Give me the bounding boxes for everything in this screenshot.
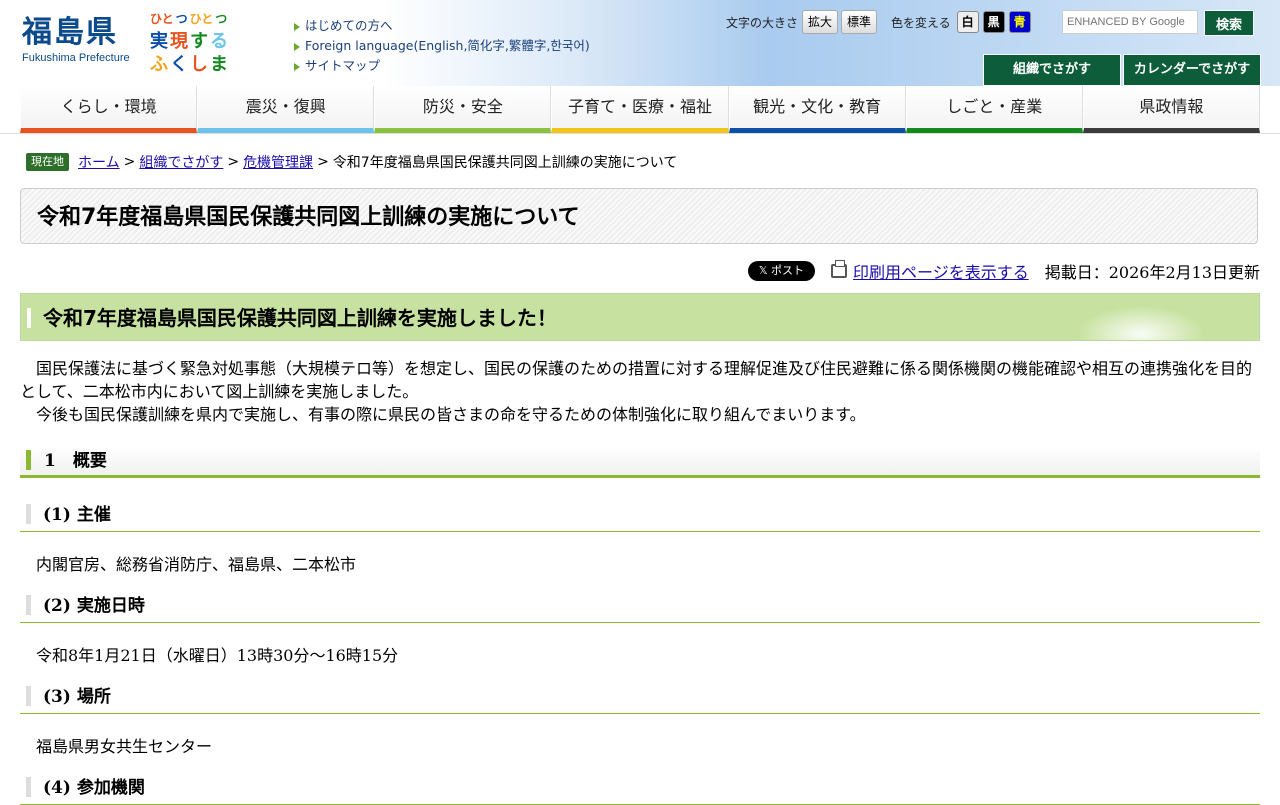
intro-text-2: 今後も国民保護訓練を県内で実施し、有事の際に県民の皆さまの命を守るための体制強化… bbox=[20, 405, 866, 424]
slogan-char: つ bbox=[175, 12, 188, 26]
nav-item-government[interactable]: 県政情報 bbox=[1082, 86, 1260, 133]
calendar-search-button[interactable]: カレンダーでさがす bbox=[1123, 54, 1261, 86]
subheading-organizer: (1) 主催 bbox=[20, 503, 1260, 532]
breadcrumb: 現在地 ホーム > 組織でさがす > 危機管理課 > 令和7年度福島県国民保護共… bbox=[26, 152, 677, 172]
color-blue-button[interactable]: 青 bbox=[1008, 11, 1031, 33]
color-white-button[interactable]: 白 bbox=[956, 11, 979, 33]
prefecture-logo[interactable]: 福島県 Fukushima Prefecture bbox=[22, 14, 130, 64]
intro-text-1: 国民保護法に基づく緊急対処事態（大規模テロ等）を想定し、国民の保護のための措置に… bbox=[20, 359, 1253, 401]
link-label: Foreign language(English,简化字,繁體字,한국어) bbox=[305, 38, 590, 53]
page-title-box: 令和7年度福島県国民保護共同図上訓練の実施について bbox=[20, 188, 1258, 244]
subheading-text: (1) 主催 bbox=[43, 505, 111, 525]
search-input[interactable] bbox=[1062, 10, 1198, 34]
search-button[interactable]: 検索 bbox=[1204, 10, 1254, 36]
subheading-text: (3) 場所 bbox=[43, 687, 111, 707]
site-header: 福島県 Fukushima Prefecture ひと つ ひと つ 実 現 す… bbox=[0, 0, 1280, 86]
organizer-text: 内閣官房、総務省消防庁、福島県、二本松市 bbox=[36, 555, 357, 574]
nav-item-welfare[interactable]: 子育て・医療・福祉 bbox=[551, 86, 729, 133]
font-size-label: 文字の大きさ bbox=[726, 15, 799, 30]
slogan-char: く bbox=[170, 54, 188, 75]
subheading-location: (3) 場所 bbox=[20, 685, 1260, 714]
header-links: はじめての方へ Foreign language(English,简化字,繁體字… bbox=[294, 16, 590, 76]
org-search-button[interactable]: 組織でさがす bbox=[983, 54, 1121, 86]
subheading-datetime: (2) 実施日時 bbox=[20, 594, 1260, 623]
breadcrumb-home[interactable]: ホーム bbox=[78, 152, 120, 172]
slogan-char: ふ bbox=[150, 54, 168, 75]
font-large-button[interactable]: 拡大 bbox=[802, 10, 839, 34]
breadcrumb-separator: > bbox=[317, 154, 329, 170]
slogan-char: 実 bbox=[150, 31, 168, 52]
logo-text: 福島県 bbox=[22, 15, 118, 50]
publish-date: 掲載日：2026年2月13日更新 bbox=[1044, 263, 1260, 282]
printer-icon bbox=[831, 260, 848, 278]
link-sitemap[interactable]: サイトマップ bbox=[294, 56, 590, 76]
heading-bar bbox=[26, 504, 31, 524]
breadcrumb-dept[interactable]: 危機管理課 bbox=[243, 152, 313, 172]
color-label: 色を変える bbox=[891, 15, 951, 30]
overview-heading-text: 1 概要 bbox=[44, 451, 107, 471]
triangle-icon bbox=[294, 22, 300, 31]
nav-item-tourism[interactable]: 観光・文化・教育 bbox=[728, 86, 906, 133]
intro-paragraph: 国民保護法に基づく緊急対処事態（大規模テロ等）を想定し、国民の保護のための措置に… bbox=[20, 357, 1260, 426]
triangle-icon bbox=[294, 42, 300, 51]
section-heading: 令和7年度福島県国民保護共同図上訓練を実施しました！ bbox=[20, 293, 1260, 341]
slogan-char: す bbox=[190, 31, 208, 52]
nav-item-safety[interactable]: 防災・安全 bbox=[374, 86, 552, 133]
slogan-char: し bbox=[190, 54, 208, 75]
slogan-char: る bbox=[210, 31, 228, 52]
link-foreign-language[interactable]: Foreign language(English,简化字,繁體字,한국어) bbox=[294, 36, 590, 56]
color-black-button[interactable]: 黒 bbox=[982, 11, 1005, 33]
font-standard-button[interactable]: 標準 bbox=[841, 10, 878, 34]
location-text: 福島県男女共生センター bbox=[36, 737, 213, 756]
heading-bar bbox=[26, 777, 31, 797]
triangle-icon bbox=[294, 62, 300, 71]
heading-bar bbox=[26, 595, 31, 615]
accessibility-tools: 文字の大きさ 拡大 標準 色を変える 白 黒 青 bbox=[726, 10, 1035, 34]
divider bbox=[0, 133, 1280, 134]
breadcrumb-current: 令和7年度福島県国民保護共同図上訓練の実施について bbox=[332, 155, 678, 171]
page-meta: 𝕏 ポスト 印刷用ページを表示する 掲載日：2026年2月13日更新 bbox=[747, 259, 1260, 283]
nav-item-work[interactable]: しごと・産業 bbox=[905, 86, 1083, 133]
link-label: はじめての方へ bbox=[305, 18, 393, 33]
link-label: サイトマップ bbox=[305, 58, 381, 73]
page-title: 令和7年度福島県国民保護共同図上訓練の実施について bbox=[37, 205, 580, 230]
slogan-logo: ひと つ ひと つ 実 現 す る ふ く し ま bbox=[150, 8, 246, 78]
overview-heading: 1 概要 bbox=[20, 446, 1260, 478]
subheading-text: (2) 実施日時 bbox=[43, 596, 145, 616]
slogan-char: ひと bbox=[189, 12, 214, 26]
heading-bar bbox=[26, 450, 31, 470]
slogan-char: つ bbox=[215, 12, 228, 26]
global-nav: くらし・環境 震災・復興 防災・安全 子育て・医療・福祉 観光・文化・教育 しご… bbox=[20, 86, 1260, 133]
datetime-text: 令和8年1月21日（水曜日）13時30分～16時15分 bbox=[36, 646, 399, 665]
slogan-char: ひと bbox=[150, 12, 174, 26]
logo-subtext: Fukushima Prefecture bbox=[22, 52, 130, 64]
heading-bar bbox=[27, 308, 31, 328]
slogan-char: ま bbox=[210, 54, 228, 75]
link-first-time[interactable]: はじめての方へ bbox=[294, 16, 590, 36]
subheading-participants: (4) 参加機関 bbox=[20, 776, 1260, 805]
print-link[interactable]: 印刷用ページを表示する bbox=[853, 259, 1029, 283]
nav-item-disaster-recovery[interactable]: 震災・復興 bbox=[197, 86, 375, 133]
site-search: 検索 bbox=[1062, 10, 1254, 36]
nav-item-living[interactable]: くらし・環境 bbox=[20, 86, 198, 133]
heading-bar bbox=[26, 686, 31, 706]
x-post-button[interactable]: 𝕏 ポスト bbox=[747, 261, 816, 281]
current-location-badge: 現在地 bbox=[26, 153, 69, 171]
section-heading-text: 令和7年度福島県国民保護共同図上訓練を実施しました！ bbox=[43, 306, 557, 330]
slogan-char: 現 bbox=[170, 31, 188, 52]
breadcrumb-separator: > bbox=[123, 154, 136, 170]
breadcrumb-org[interactable]: 組織でさがす bbox=[139, 152, 223, 172]
breadcrumb-separator: > bbox=[227, 154, 240, 170]
subheading-text: (4) 参加機関 bbox=[43, 778, 145, 798]
